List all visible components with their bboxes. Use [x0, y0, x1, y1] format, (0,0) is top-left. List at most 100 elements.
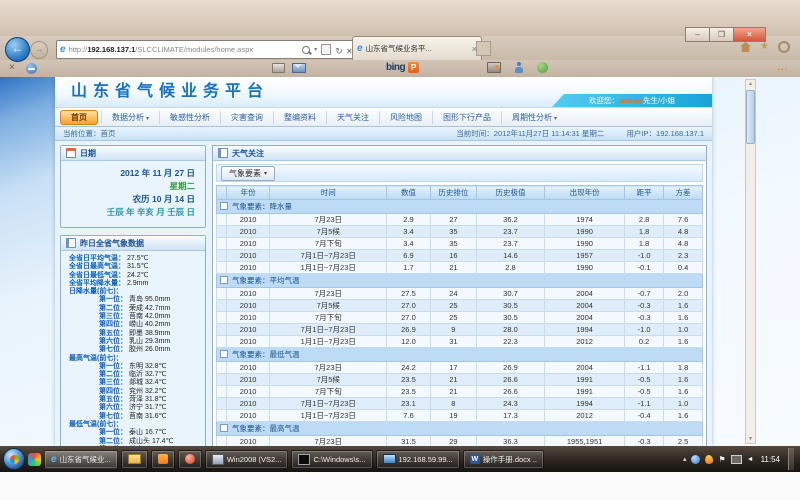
- addon-close-icon[interactable]: [9, 62, 15, 73]
- table-row[interactable]: 20107月5候27.02530.52004-0.31.6: [217, 300, 703, 312]
- table-row[interactable]: 20107月23日31.52936.31955,1951-0.32.5: [217, 436, 703, 447]
- taskbar-button[interactable]: 操作手册.docx ..: [463, 450, 544, 469]
- camera-icon[interactable]: [487, 62, 501, 73]
- weather-line: 第七位：莒南 31.6℃: [69, 413, 201, 421]
- refresh-icon[interactable]: [335, 41, 343, 59]
- status-bar: 当前位置：首页 当前时间：2012年11月27日 11:14:31 星期二用户I…: [55, 127, 712, 141]
- nav-item[interactable]: 图形下行产品: [432, 111, 501, 124]
- group-checkbox[interactable]: [220, 350, 228, 358]
- new-tab-button[interactable]: [476, 41, 491, 56]
- search-provider-icon[interactable]: P: [408, 62, 419, 73]
- addon-icon[interactable]: [26, 63, 37, 74]
- taskbar-button[interactable]: Win2008 (VS2...: [205, 450, 289, 469]
- taskbar-button[interactable]: [121, 450, 148, 469]
- scroll-up-icon[interactable]: ▲: [746, 80, 755, 88]
- address-bar[interactable]: e http://192.168.137.1/SLCCLIMATE/module…: [56, 40, 356, 59]
- globe-icon[interactable]: [537, 62, 548, 73]
- table-row[interactable]: 20107月1日~7月23日6.91614.61957-1.02.3: [217, 250, 703, 262]
- scrollbar-thumb[interactable]: [746, 90, 755, 144]
- minimize-button[interactable]: –: [685, 27, 709, 42]
- table-row[interactable]: 20107月5候23.52126.61991-0.51.6: [217, 374, 703, 386]
- close-button[interactable]: ×: [733, 27, 766, 42]
- taskbar-button[interactable]: 192.168.59.99...: [376, 450, 460, 469]
- network-icon[interactable]: [731, 455, 742, 464]
- browser-tab[interactable]: e 山东省气候业务平...: [352, 36, 482, 60]
- favorites-star-icon[interactable]: [760, 42, 769, 52]
- bing-logo[interactable]: bing P: [386, 62, 419, 73]
- username: admin: [620, 96, 642, 105]
- table-row[interactable]: 20107月下旬27.02530.52004-0.31.6: [217, 312, 703, 324]
- chevron-down-icon: ▾: [146, 116, 149, 122]
- group-checkbox[interactable]: [220, 424, 228, 432]
- home-icon[interactable]: [740, 42, 751, 52]
- show-desktop-button[interactable]: [788, 448, 794, 470]
- group-checkbox[interactable]: [220, 276, 228, 284]
- table-row[interactable]: 20107月1日~7月23日23.1824.31994-1.11.0: [217, 398, 703, 410]
- nav-item[interactable]: 周期性分析▾: [501, 111, 567, 124]
- table-group-row[interactable]: 气象要素：最高气温: [217, 422, 703, 436]
- page-scrollbar[interactable]: ▲ ▼: [745, 79, 756, 444]
- nav-item[interactable]: 天气关注: [326, 111, 379, 124]
- table-row[interactable]: 20101月1日~7月23日7.61917.32012-0.41.6: [217, 410, 703, 422]
- weather-table: 年份时间数值历史排位历史极值出现年份距平方差 气象要素：降水量20107月23日…: [216, 185, 703, 446]
- taskbar: 山东省气候业...Win2008 (VS2...C:\Windows\s...1…: [0, 446, 800, 472]
- weather-line: 全省日最高气温：31.5℃: [69, 263, 201, 271]
- tools-gear-icon[interactable]: [778, 41, 790, 53]
- autocomplete-dropdown-icon[interactable]: ▾: [314, 46, 317, 53]
- back-button[interactable]: ←: [5, 37, 30, 62]
- group-checkbox[interactable]: [220, 202, 228, 210]
- weather-table-body: 气象要素：降水量20107月23日2.92736.219742.87.62010…: [217, 200, 703, 447]
- more-options-icon[interactable]: ...: [777, 62, 788, 72]
- maximize-button[interactable]: ❐: [709, 27, 733, 42]
- table-row[interactable]: 20107月1日~7月23日26.9928.01994-1.01.0: [217, 324, 703, 336]
- table-group-row[interactable]: 气象要素：平均气温: [217, 274, 703, 288]
- scroll-down-icon[interactable]: ▼: [746, 435, 755, 443]
- taskbar-button[interactable]: 山东省气候业...: [44, 450, 118, 469]
- quick-launch-icon[interactable]: [28, 453, 41, 466]
- tray-app-icon[interactable]: [691, 455, 700, 464]
- table-group-row[interactable]: 气象要素：降水量: [217, 200, 703, 214]
- nav-item[interactable]: 整编资料: [273, 111, 326, 124]
- volume-icon[interactable]: [747, 456, 754, 463]
- tray-expand-icon[interactable]: [683, 455, 687, 463]
- table-toolbar: 气象要素▾: [216, 164, 703, 182]
- url-text[interactable]: http://192.168.137.1/SLCCLIMATE/modules/…: [69, 45, 300, 54]
- contacts-icon[interactable]: [514, 62, 524, 73]
- mail-icon[interactable]: [292, 63, 306, 73]
- element-filter-button[interactable]: 气象要素▾: [221, 166, 275, 181]
- action-center-flag-icon[interactable]: [718, 455, 725, 464]
- main-panel-title: 天气关注: [232, 148, 264, 159]
- command-bar: bing P ...: [0, 60, 800, 78]
- taskbar-button[interactable]: [151, 450, 175, 469]
- start-button[interactable]: [3, 448, 25, 470]
- nav-item[interactable]: 数据分析▾: [101, 111, 159, 124]
- compatibility-view-icon[interactable]: [321, 44, 331, 55]
- table-row[interactable]: 20107月下旬23.52126.61991-0.51.6: [217, 386, 703, 398]
- taskbar-clock[interactable]: 11:54: [761, 455, 780, 464]
- table-row[interactable]: 20107月5候3.43523.719901.84.8: [217, 226, 703, 238]
- forward-button[interactable]: →: [30, 41, 48, 59]
- table-row[interactable]: 20107月23日2.92736.219742.87.6: [217, 214, 703, 226]
- table-row[interactable]: 20101月1日~7月23日1.7212.81990-0.10.4: [217, 262, 703, 274]
- search-icon[interactable]: [302, 46, 310, 54]
- table-group-row[interactable]: 气象要素：最低气温: [217, 348, 703, 362]
- breadcrumb: 当前位置：首页: [63, 128, 116, 139]
- user-ip: 用户IP：192.168.137.1: [626, 129, 704, 138]
- panel-icon: [218, 148, 228, 158]
- taskbar-button[interactable]: C:\Windows\s...: [291, 450, 372, 469]
- tab-title: 山东省气候业务平...: [366, 43, 469, 54]
- cards-icon[interactable]: [272, 63, 285, 73]
- page-viewport: 山东省气候业务平台 欢迎您：admin先生/小姐 首页数据分析▾敏感性分析灾害查…: [0, 77, 800, 446]
- weather-line: 第四位：兖州 32.2℃: [69, 388, 201, 396]
- nav-item[interactable]: 首页: [60, 110, 98, 125]
- firefox-icon[interactable]: [705, 454, 714, 464]
- nav-item[interactable]: 敏感性分析: [159, 111, 220, 124]
- nav-item[interactable]: 灾害查询: [220, 111, 273, 124]
- windows-flag-icon: [10, 455, 19, 464]
- table-row[interactable]: 20107月23日27.52430.72004-0.72.0: [217, 288, 703, 300]
- taskbar-button[interactable]: [178, 450, 202, 469]
- table-row[interactable]: 20101月1日~7月23日12.03122.320120.21.6: [217, 336, 703, 348]
- table-row[interactable]: 20107月下旬3.43523.719901.84.8: [217, 238, 703, 250]
- table-row[interactable]: 20107月23日24.21726.92004-1.11.8: [217, 362, 703, 374]
- nav-item[interactable]: 风险地图: [379, 111, 432, 124]
